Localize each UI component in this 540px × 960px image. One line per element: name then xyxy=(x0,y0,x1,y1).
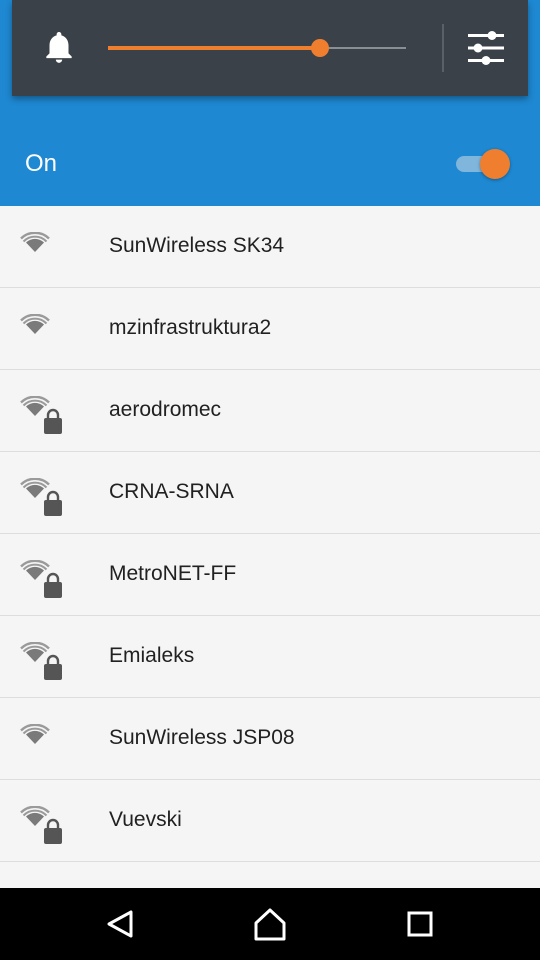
volume-panel xyxy=(12,0,528,96)
network-item[interactable] xyxy=(0,862,540,888)
network-item[interactable]: MetroNET-FF xyxy=(0,534,540,616)
recents-icon[interactable] xyxy=(400,906,440,942)
volume-slider[interactable] xyxy=(108,36,406,60)
network-item[interactable]: mzinfrastruktura2 xyxy=(0,288,540,370)
navigation-bar xyxy=(0,888,540,960)
wifi-locked-icon xyxy=(20,396,62,434)
home-icon[interactable] xyxy=(250,906,290,942)
network-name: Vuevski xyxy=(109,808,182,831)
network-name: mzinfrastruktura2 xyxy=(109,316,272,339)
wifi-toggle[interactable] xyxy=(456,147,512,181)
network-item[interactable]: Vuevski xyxy=(0,780,540,862)
network-item[interactable]: SunWireless SK34 xyxy=(0,206,540,288)
network-name: Emialeks xyxy=(109,644,195,667)
network-item[interactable]: SunWireless JSP08 xyxy=(0,698,540,780)
network-name: MetroNET-FF xyxy=(109,562,237,585)
wifi-icon xyxy=(20,232,50,252)
network-item[interactable]: Emialeks xyxy=(0,616,540,698)
network-item[interactable]: CRNA-SRNA xyxy=(0,452,540,534)
wifi-icon xyxy=(20,314,50,334)
network-name: CRNA-SRNA xyxy=(109,480,234,503)
network-name: aerodromec xyxy=(109,398,222,421)
wifi-locked-icon xyxy=(20,806,62,844)
wifi-locked-icon xyxy=(20,642,62,680)
sliders-icon[interactable] xyxy=(464,28,508,68)
network-item[interactable]: aerodromec xyxy=(0,370,540,452)
wifi-locked-icon xyxy=(20,478,62,516)
network-list: SunWireless SK34 mzinfrastruktura2 aerodro… xyxy=(0,206,540,888)
network-name: SunWireless SK34 xyxy=(109,234,285,257)
wifi-toggle-thumb[interactable] xyxy=(480,149,510,179)
wifi-status-label: On xyxy=(25,150,58,177)
wifi-icon xyxy=(20,724,50,744)
back-icon[interactable] xyxy=(100,906,140,942)
panel-divider xyxy=(442,24,444,72)
volume-slider-fill xyxy=(108,46,320,50)
bell-icon[interactable] xyxy=(40,28,78,66)
volume-slider-thumb[interactable] xyxy=(310,39,329,57)
network-name: SunWireless JSP08 xyxy=(109,726,295,749)
wifi-locked-icon xyxy=(20,560,62,598)
